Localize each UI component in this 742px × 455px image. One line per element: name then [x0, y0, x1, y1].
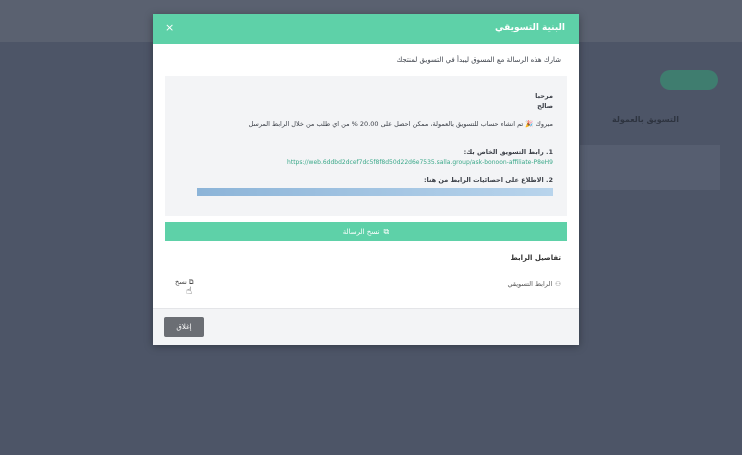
link-row-label: الرابط التسويقي	[507, 280, 553, 288]
copy-link-label: نسخ	[175, 278, 187, 286]
message-stats-title: 2. الاطلاع على احصائيات الرابط من هنا:	[423, 176, 553, 184]
copy-icon: ⧉	[383, 226, 390, 236]
modal-intro-text: شارك هذه الرسالة مع المسوق ليبدأ في التس…	[396, 56, 561, 64]
modal-title: البنية التسويقي	[495, 23, 565, 33]
message-name: صالح	[537, 102, 553, 110]
link-user-icon: ⚇	[555, 280, 561, 288]
modal-header: × البنية التسويقي	[153, 14, 579, 44]
background-section-title: التسويق بالعمولة	[612, 115, 679, 124]
affiliate-share-modal: × البنية التسويقي شارك هذه الرسالة مع ال…	[153, 14, 579, 345]
copy-message-label: نسخ الرسالة	[342, 227, 380, 236]
message-preview: مرحبا صالح مبروك 🎉 تم انشاء حساب للتسويق…	[165, 76, 567, 216]
hand-cursor-icon: ☝	[186, 286, 193, 297]
background-card	[580, 145, 720, 190]
link-row: ⚇الرابط التسويقي	[508, 280, 561, 288]
close-button[interactable]: إغلاق	[164, 317, 204, 337]
modal-footer: إغلاق	[153, 308, 579, 345]
copy-small-icon: ⧉	[188, 278, 194, 286]
stats-link-highlight[interactable]	[197, 188, 553, 196]
message-link-title: 1. رابط التسويق الخاص بك:	[463, 148, 553, 156]
background-action-pill	[660, 70, 718, 90]
affiliate-link[interactable]: https://web.6ddbd2dcef7dc5f8f8d50d22d6e7…	[287, 159, 553, 166]
copy-message-button[interactable]: نسخ الرسالة ⧉	[165, 222, 567, 241]
message-greeting: مرحبا	[535, 92, 553, 100]
close-icon[interactable]: ×	[165, 21, 174, 34]
message-body: مبروك 🎉 تم انشاء حساب للتسويق بالعمولة، …	[248, 120, 553, 128]
link-details-title: تفاصيل الرابط	[510, 254, 561, 262]
